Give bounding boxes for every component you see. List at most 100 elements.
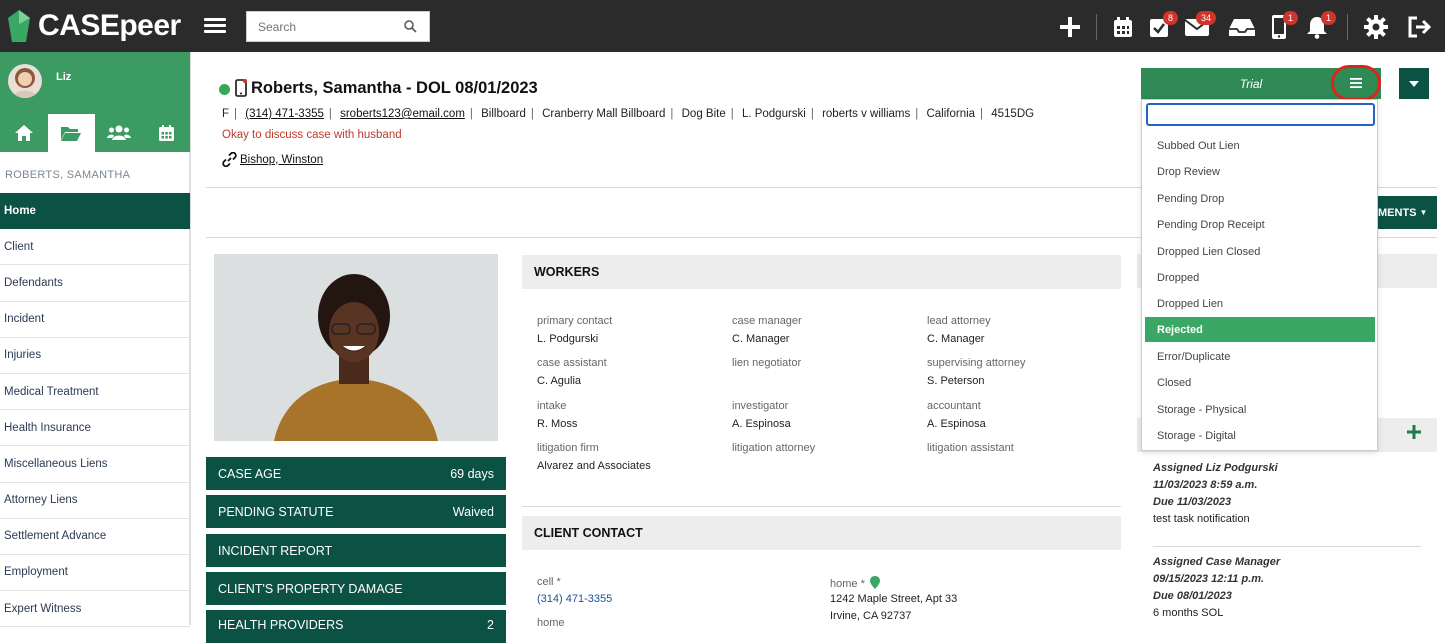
calendar-icon[interactable]: [143, 114, 191, 152]
home-address-label: home *: [830, 576, 880, 590]
logout-icon[interactable]: [1405, 12, 1435, 42]
client-phone-link[interactable]: (314) 471-3355: [245, 108, 324, 120]
status-option[interactable]: Storage - Digital: [1145, 423, 1375, 448]
link-icon: [222, 152, 237, 167]
worker-value: S. Peterson: [927, 375, 985, 387]
stat-health-providers[interactable]: HEALTH PROVIDERS 2: [206, 610, 506, 643]
stat-incident-report[interactable]: INCIDENT REPORT: [206, 534, 506, 567]
linked-contact[interactable]: Bishop, Winston: [222, 152, 323, 167]
sidebar-item-employment[interactable]: Employment: [0, 555, 190, 592]
worker-value: A. Espinosa: [927, 418, 986, 430]
gear-icon[interactable]: [1361, 12, 1391, 42]
inbox-icon[interactable]: [1227, 12, 1257, 42]
status-option[interactable]: Dropped Lien Closed: [1145, 239, 1375, 264]
status-dropdown: Subbed Out Lien Drop Review Pending Drop…: [1141, 99, 1378, 451]
worker-value: Alvarez and Associates: [537, 460, 651, 472]
stat-value: Waived: [452, 504, 494, 519]
search-input[interactable]: [247, 12, 397, 41]
main-menu-icon[interactable]: [204, 15, 226, 37]
add-task-icon[interactable]: [1406, 424, 1422, 440]
status-option-selected[interactable]: Rejected: [1145, 317, 1375, 342]
sidebar-item-attorney-liens[interactable]: Attorney Liens: [0, 483, 190, 519]
task-item[interactable]: Assigned Case Manager 09/15/2023 12:11 p…: [1153, 554, 1280, 622]
worker-litigation-firm: litigation firm Alvarez and Associates: [537, 442, 651, 472]
case-folder-icon[interactable]: [47, 114, 95, 152]
user-name: Liz: [56, 71, 72, 83]
sidebar-item-injuries[interactable]: Injuries: [0, 338, 190, 374]
task-due: Due 11/03/2023: [1153, 496, 1232, 508]
calendar-icon[interactable]: [1108, 12, 1138, 42]
bell-icon[interactable]: 1: [1302, 11, 1336, 42]
address-line-2: Irvine, CA 92737: [830, 610, 912, 622]
task-date: 11/03/2023 8:59 a.m.: [1153, 479, 1258, 491]
user-panel: Liz: [0, 52, 190, 152]
stat-pending-statute[interactable]: PENDING STATUTE Waived: [206, 495, 506, 528]
status-option[interactable]: Subbed Out Lien: [1145, 133, 1375, 158]
contacts-icon[interactable]: [95, 114, 143, 152]
case-name: roberts v williams: [822, 108, 911, 120]
sidebar-item-home[interactable]: Home: [0, 193, 190, 230]
sidebar-item-expert-witness[interactable]: Expert Witness: [0, 591, 190, 628]
online-status-dot: [219, 84, 230, 95]
cell-phone-link[interactable]: (314) 471-3355: [537, 593, 612, 605]
status-option[interactable]: Error/Duplicate: [1145, 344, 1375, 369]
status-filter-input[interactable]: [1146, 103, 1375, 126]
sidebar-nav-icons: [0, 114, 190, 152]
worker-value: C. Manager: [732, 333, 790, 345]
worker-label: primary contact: [537, 315, 613, 327]
client-photo: [214, 254, 498, 441]
sidebar-menu: Home Client Defendants Incident Injuries…: [0, 193, 190, 628]
client-email-link[interactable]: sroberts123@email.com: [340, 108, 465, 120]
sidebar-item-settlement-advance[interactable]: Settlement Advance: [0, 519, 190, 555]
stat-case-age[interactable]: CASE AGE 69 days: [206, 457, 506, 490]
worker-label: lien negotiator: [732, 357, 802, 369]
worker-label: investigator: [732, 400, 789, 412]
status-option[interactable]: Drop Review: [1145, 159, 1375, 184]
status-option[interactable]: Dropped Lien: [1145, 291, 1375, 316]
logo[interactable]: CASEpeer: [8, 8, 181, 44]
workers-panel-title: WORKERS: [522, 255, 1121, 289]
status-menu-button[interactable]: [1331, 65, 1381, 101]
status-option[interactable]: Pending Drop: [1145, 186, 1375, 211]
stat-label: INCIDENT REPORT: [218, 543, 333, 558]
stat-value: 2: [487, 618, 494, 632]
worker-lien-negotiator: lien negotiator: [732, 357, 801, 375]
home-icon[interactable]: [0, 114, 48, 152]
sidebar-item-health-insurance[interactable]: Health Insurance: [0, 410, 190, 447]
status-option[interactable]: Storage - Physical: [1145, 397, 1375, 422]
case-id: 4515DG: [991, 108, 1035, 120]
worker-label: accountant: [927, 400, 981, 412]
sidebar-item-defendants[interactable]: Defendants: [0, 265, 190, 302]
sidebar-item-miscellaneous-liens[interactable]: Miscellaneous Liens: [0, 446, 190, 483]
avatar[interactable]: [8, 64, 42, 98]
map-pin-icon[interactable]: [869, 576, 880, 589]
top-bar: CASEpeer 8 34 1 1: [0, 0, 1445, 52]
search-icon[interactable]: [404, 20, 417, 33]
mail-icon[interactable]: 34: [1182, 11, 1216, 42]
task-date: 09/15/2023 12:11 p.m.: [1153, 573, 1265, 585]
tasks-icon[interactable]: 8: [1144, 11, 1178, 42]
worker-intake: intake R. Moss: [537, 400, 577, 430]
client-contact-panel-title: CLIENT CONTACT: [522, 516, 1121, 550]
divider: [522, 506, 1121, 507]
sidebar-item-client[interactable]: Client: [0, 229, 190, 266]
documents-button-label: MENTS: [1378, 206, 1417, 219]
case-actions-dropdown[interactable]: [1399, 68, 1429, 99]
sidebar-item-medical-treatment[interactable]: Medical Treatment: [0, 374, 190, 411]
task-item[interactable]: Assigned Liz Podgurski 11/03/2023 8:59 a…: [1153, 460, 1278, 528]
task-name: 6 months SOL: [1153, 607, 1224, 619]
sidebar-item-incident[interactable]: Incident: [0, 302, 190, 338]
worker-case-manager: case manager C. Manager: [732, 315, 802, 345]
add-icon[interactable]: [1055, 12, 1085, 42]
worker-value: R. Moss: [537, 418, 578, 430]
documents-button[interactable]: MENTS ▼: [1376, 196, 1437, 229]
stat-property-damage[interactable]: CLIENT'S PROPERTY DAMAGE: [206, 572, 506, 605]
status-option[interactable]: Pending Drop Receipt: [1145, 212, 1375, 237]
notifications-badge: 1: [1320, 11, 1336, 25]
sidebar-client-name: ROBERTS, SAMANTHA: [5, 169, 131, 181]
task-assigned: Assigned Case Manager: [1153, 556, 1281, 568]
status-option[interactable]: Dropped: [1145, 265, 1375, 290]
status-option[interactable]: Closed: [1145, 370, 1375, 395]
mobile-phone-icon[interactable]: 1: [1264, 11, 1298, 42]
linked-contact-name[interactable]: Bishop, Winston: [240, 154, 323, 166]
